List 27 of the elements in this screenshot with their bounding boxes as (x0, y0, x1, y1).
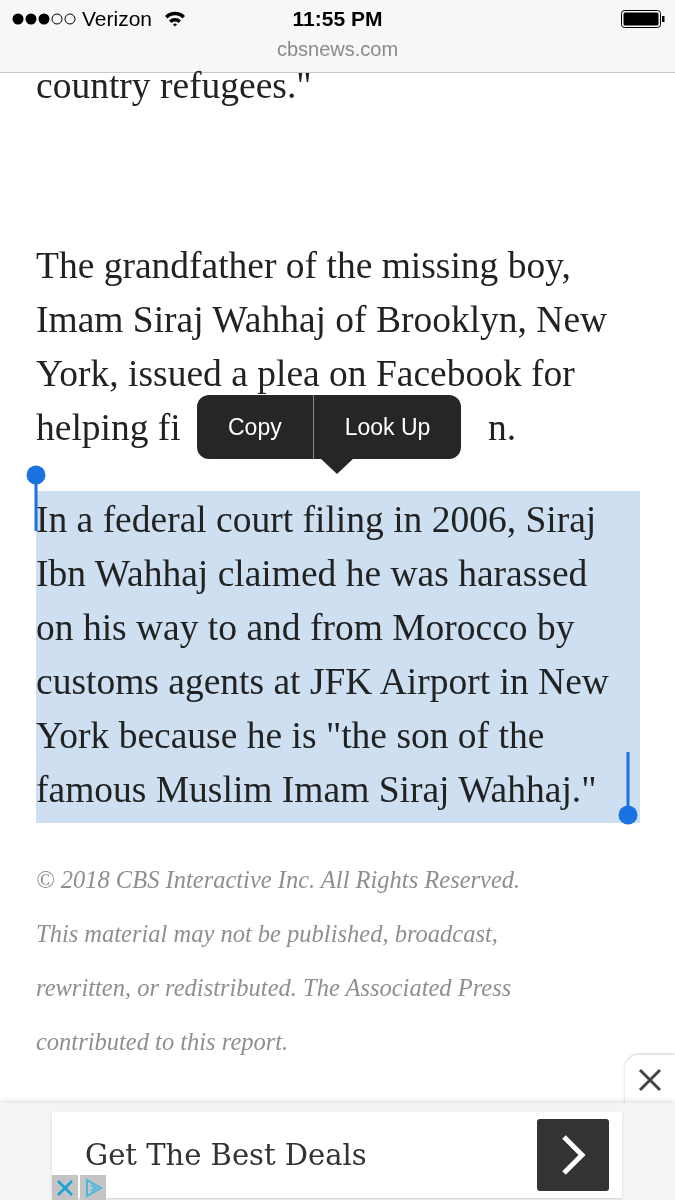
paragraph-line: country refugees." (36, 65, 312, 106)
paragraph-line: The grandfather of the missing boy, (36, 245, 571, 286)
copyright-line: rewritten, or redistributed. The Associated Press (36, 974, 512, 1001)
chevron-right-icon (560, 1134, 586, 1176)
copyright-line: contributed to this report. (36, 1028, 289, 1055)
paragraph-line: York because he is "the son of the (36, 715, 545, 756)
signal-icon (12, 13, 76, 25)
paragraph-line: n. (488, 406, 517, 450)
selection-handle[interactable] (618, 752, 638, 825)
paragraph-line: helping fi (36, 407, 181, 448)
close-button[interactable] (625, 1055, 675, 1105)
wifi-icon (164, 11, 187, 27)
menu-item[interactable]: Copy (197, 395, 313, 459)
copyright-line: This material may not be published, broadcast, (36, 920, 498, 947)
chevron-button[interactable] (537, 1119, 609, 1191)
paragraph-line: Imam Siraj Wahhaj of Brooklyn, New (36, 299, 608, 340)
clock-time: 11:55 PM (292, 7, 383, 30)
battery-icon (621, 10, 665, 28)
paragraph-line: famous Muslim Imam Siraj Wahhaj." (36, 769, 597, 810)
paragraph-line: customs agents at JFK Airport in New (36, 661, 609, 702)
paragraph-line: York, issued a plea on Facebook for (36, 353, 575, 394)
carrier-name: Verizon (82, 7, 153, 31)
paragraph-line: Ibn Wahhaj claimed he was harassed (36, 553, 588, 594)
paragraph-line: In a federal court filing in 2006, Siraj (36, 499, 597, 540)
close-icon (638, 1068, 662, 1092)
copyright-line: © 2018 CBS Interactive Inc. All Rights Reserved. (36, 866, 521, 893)
paragraph-line: on his way to and from Morocco by (36, 607, 575, 648)
